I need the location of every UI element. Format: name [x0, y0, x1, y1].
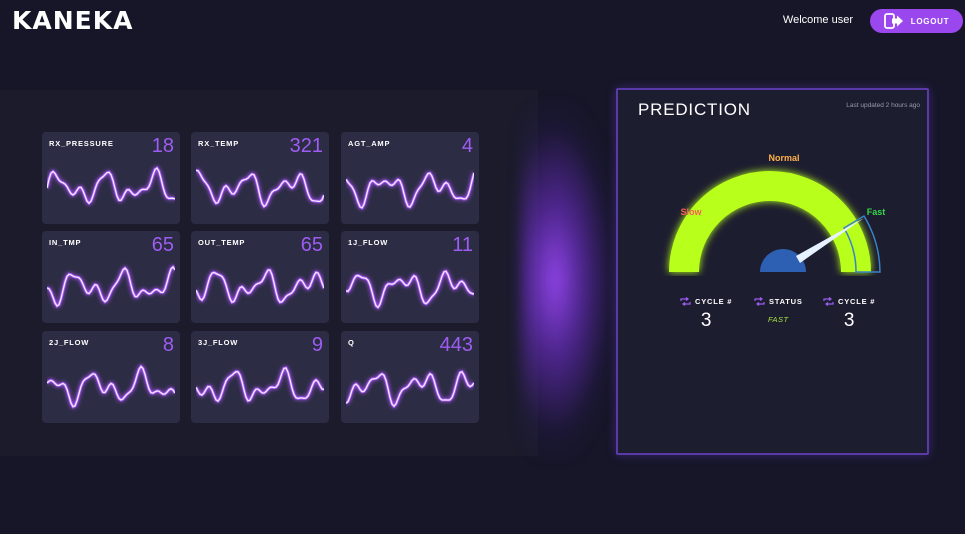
sensor-label: IN_TMP: [49, 238, 82, 247]
speed-gauge: Slow Normal Fast: [669, 153, 886, 273]
status-value: FAST: [768, 315, 789, 324]
cycle-icon: [754, 297, 765, 306]
prediction-title: PREDICTION: [638, 100, 751, 119]
sensor-card-agt-amp[interactable]: AGT_AMP 4: [341, 132, 479, 224]
sparkline-line: [47, 266, 175, 307]
sensor-value: 11: [452, 234, 473, 256]
sensor-value: 321: [289, 135, 323, 157]
sensor-value: 65: [151, 234, 174, 256]
last-updated: Last updated 2 hours ago: [846, 102, 920, 109]
sparkline-line: [47, 365, 175, 408]
sparkline-glow: [346, 269, 474, 310]
stat-status: STATUS FAST: [754, 297, 803, 324]
sparkline: [346, 171, 474, 210]
gauge-label-fast: Fast: [867, 207, 886, 217]
sensor-value: 8: [162, 334, 174, 356]
sensor-label: 1J_FLOW: [348, 238, 389, 247]
sensor-label: 2J_FLOW: [49, 338, 90, 347]
sparkline: [196, 268, 324, 305]
sensor-card-q[interactable]: Q 443: [341, 331, 479, 423]
gauge-label-normal: Normal: [768, 153, 799, 163]
logout-icon: [883, 13, 903, 29]
sensor-label: Q: [348, 338, 355, 347]
stat-cycle-2: CYCLE # 3: [823, 297, 875, 332]
sensor-card-3j-flow[interactable]: 3J_FLOW 9: [191, 331, 329, 423]
sparkline-glow: [346, 171, 474, 210]
stat-value: 3: [700, 310, 712, 331]
sensor-label: RX_PRESSURE: [49, 139, 114, 148]
sparkline: [47, 264, 175, 309]
sensor-card-rx-temp[interactable]: RX_TEMP 321: [191, 132, 329, 224]
sensor-value: 4: [461, 135, 473, 157]
sensor-card-2j-flow[interactable]: 2J_FLOW 8: [42, 331, 180, 423]
sparkline: [346, 369, 474, 409]
sensor-label: OUT_TEMP: [198, 238, 246, 247]
sensor-card-1j-flow[interactable]: 1J_FLOW 11: [341, 231, 479, 323]
welcome-text: Welcome user: [782, 14, 853, 26]
cycle-icon: [823, 297, 834, 306]
stat-cycle-1: CYCLE # 3: [680, 297, 732, 332]
stat-label: STATUS: [769, 297, 803, 306]
sensor-value: 443: [439, 334, 473, 356]
stat-label: CYCLE #: [838, 297, 876, 306]
sparkline-line: [346, 371, 474, 408]
sensor-card-rx-pressure[interactable]: RX_PRESSURE 18: [42, 132, 180, 224]
stat-label: CYCLE #: [695, 297, 733, 306]
sparkline: [47, 165, 175, 206]
sparkline-glow: [47, 264, 175, 309]
sensor-panel: RX_PRESSURE 18 RX_TEMP 321 AGT_AMP 4 IN_…: [0, 90, 538, 456]
cycle-icon: [680, 297, 691, 306]
sensor-label: AGT_AMP: [348, 139, 391, 148]
app-logo: KANEKA: [12, 6, 134, 35]
sparkline: [196, 366, 324, 404]
sparkline: [196, 168, 324, 209]
sensor-value: 18: [151, 135, 174, 157]
sensor-label: RX_TEMP: [198, 139, 240, 148]
panel-glow: [520, 100, 620, 460]
sparkline: [47, 364, 175, 409]
sparkline: [346, 269, 474, 310]
sensor-card-out-temp[interactable]: OUT_TEMP 65: [191, 231, 329, 323]
logout-label: LOGOUT: [910, 16, 950, 26]
gauge-label-slow: Slow: [680, 207, 702, 217]
sensor-card-in-tmp[interactable]: IN_TMP 65: [42, 231, 180, 323]
sensor-value: 65: [300, 234, 323, 256]
sensor-value: 9: [311, 334, 323, 356]
prediction-panel: PREDICTION Last updated 2 hours ago Slow…: [616, 88, 929, 455]
sparkline-glow: [196, 366, 324, 404]
sensor-label: 3J_FLOW: [198, 338, 239, 347]
stat-value: 3: [843, 310, 855, 331]
sparkline-line: [196, 269, 324, 304]
logout-button[interactable]: LOGOUT: [870, 9, 963, 33]
